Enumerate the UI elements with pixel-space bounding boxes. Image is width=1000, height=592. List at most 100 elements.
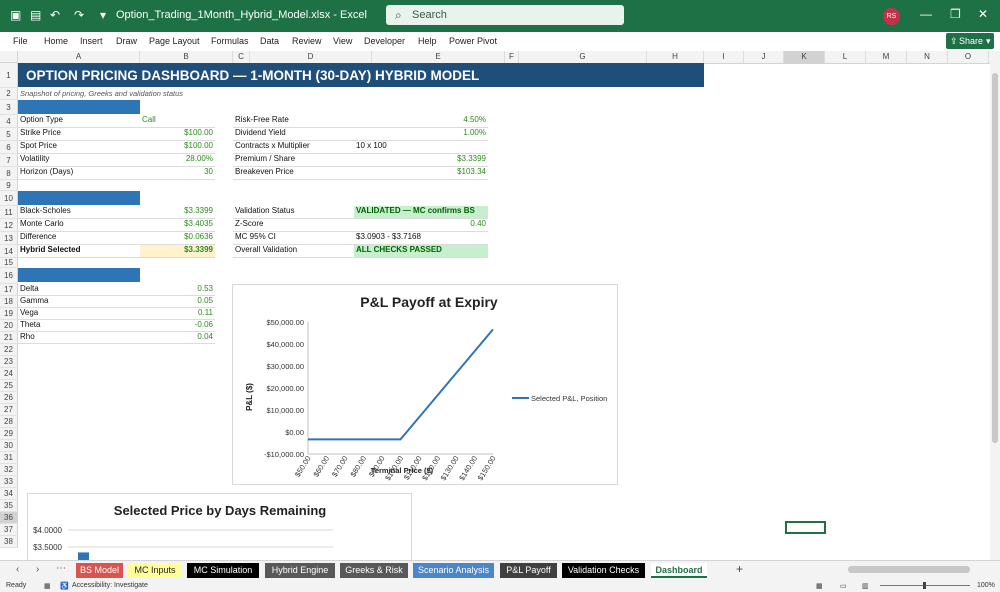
row-header[interactable]: 38 bbox=[0, 536, 18, 548]
row-header[interactable]: 20 bbox=[0, 320, 18, 332]
row-header[interactable]: 35 bbox=[0, 500, 18, 512]
validation-status-badge[interactable]: VALIDATED — MC confirms BS bbox=[354, 206, 488, 219]
pricing-value[interactable]: $3.4035 bbox=[140, 219, 215, 232]
row-header[interactable]: 7 bbox=[0, 154, 18, 167]
row-header[interactable]: 4 bbox=[0, 115, 18, 128]
row-header[interactable]: 8 bbox=[0, 167, 18, 180]
tab-mc-simulation[interactable]: MC Simulation bbox=[187, 563, 259, 578]
row-header[interactable]: 22 bbox=[0, 344, 18, 356]
row-header[interactable]: 2 bbox=[0, 88, 18, 100]
select-all-corner[interactable] bbox=[0, 51, 18, 63]
row-header[interactable]: 23 bbox=[0, 356, 18, 368]
tab-scroll-left-icon[interactable]: ‹ bbox=[16, 564, 19, 575]
greek-label[interactable]: Theta bbox=[18, 320, 140, 332]
input-value[interactable]: Call bbox=[140, 115, 215, 128]
search-input[interactable]: ⌕ Search bbox=[386, 5, 624, 25]
row-header[interactable]: 3 bbox=[0, 100, 18, 115]
accessibility-status[interactable]: Accessibility: Investigate bbox=[72, 582, 148, 589]
market-value[interactable]: 10 x 100 bbox=[354, 141, 488, 154]
save-icon[interactable]: ▤ bbox=[30, 8, 41, 22]
tab-mc-inputs[interactable]: MC Inputs bbox=[128, 563, 182, 578]
market-value[interactable]: 1.00% bbox=[354, 128, 488, 141]
tab-bs-model[interactable]: BS Model bbox=[76, 563, 123, 578]
input-label[interactable]: Spot Price bbox=[18, 141, 140, 154]
input-value[interactable]: $100.00 bbox=[140, 128, 215, 141]
greek-value[interactable]: 0.11 bbox=[140, 308, 215, 320]
validation-value[interactable]: $3.0903 - $3.7168 bbox=[354, 232, 488, 245]
macro-icon[interactable]: ▦ bbox=[44, 582, 51, 590]
input-label[interactable]: Strike Price bbox=[18, 128, 140, 141]
input-label[interactable]: Horizon (Days) bbox=[18, 167, 140, 180]
column-header-m[interactable]: M bbox=[866, 51, 907, 63]
row-header[interactable]: 26 bbox=[0, 392, 18, 404]
row-header[interactable]: 6 bbox=[0, 141, 18, 154]
menu-formulas[interactable]: Formulas bbox=[211, 36, 249, 46]
input-value[interactable]: 30 bbox=[140, 167, 215, 180]
row-header[interactable]: 10 bbox=[0, 191, 18, 206]
active-cell-selection[interactable] bbox=[785, 521, 826, 534]
column-header-d[interactable]: D bbox=[250, 51, 372, 63]
input-label[interactable]: Volatility bbox=[18, 154, 140, 167]
normal-view-icon[interactable]: ▦ bbox=[816, 582, 823, 590]
row-header[interactable]: 15 bbox=[0, 258, 18, 268]
menu-insert[interactable]: Insert bbox=[80, 36, 103, 46]
row-header[interactable]: 37 bbox=[0, 524, 18, 536]
row-header[interactable]: 19 bbox=[0, 308, 18, 320]
pricing-label[interactable]: Hybrid Selected bbox=[18, 245, 140, 258]
horizontal-scrollbar-thumb[interactable] bbox=[848, 566, 970, 573]
tab-dashboard[interactable]: Dashboard bbox=[651, 563, 707, 578]
customize-icon[interactable]: ▾ bbox=[100, 8, 106, 22]
row-header[interactable]: 34 bbox=[0, 488, 18, 500]
column-header-j[interactable]: J bbox=[744, 51, 784, 63]
market-label[interactable]: Contracts x Multiplier bbox=[233, 141, 354, 154]
input-value[interactable]: 28.00% bbox=[140, 154, 215, 167]
tab-scroll-right-icon[interactable]: › bbox=[36, 564, 39, 575]
greek-label[interactable]: Delta bbox=[18, 284, 140, 296]
hybrid-selected-value[interactable]: $3.3399 bbox=[140, 245, 215, 258]
column-header-e[interactable]: E bbox=[372, 51, 505, 63]
row-header[interactable]: 29 bbox=[0, 428, 18, 440]
share-button[interactable]: ⇪ Share ▾ bbox=[946, 33, 994, 49]
validation-value[interactable]: 0.40 bbox=[354, 219, 488, 232]
row-header[interactable]: 33 bbox=[0, 476, 18, 488]
row-header[interactable]: 24 bbox=[0, 368, 18, 380]
restore-icon[interactable]: ❐ bbox=[950, 7, 961, 21]
menu-home[interactable]: Home bbox=[44, 36, 68, 46]
row-header[interactable]: 13 bbox=[0, 232, 18, 245]
close-icon[interactable]: ✕ bbox=[978, 7, 988, 21]
row-header[interactable]: 31 bbox=[0, 452, 18, 464]
scrollbar-thumb[interactable] bbox=[992, 73, 998, 443]
pricing-label[interactable]: Black-Scholes bbox=[18, 206, 140, 219]
input-label[interactable]: Option Type bbox=[18, 115, 140, 128]
tab-pnl-payoff[interactable]: P&L Payoff bbox=[500, 563, 557, 578]
validation-label[interactable]: Z-Score bbox=[233, 219, 354, 232]
row-header[interactable]: 36 bbox=[0, 512, 18, 524]
row-header[interactable]: 21 bbox=[0, 332, 18, 344]
zoom-level[interactable]: 100% bbox=[977, 582, 995, 589]
column-header-k[interactable]: K bbox=[784, 51, 825, 63]
pricing-label[interactable]: Difference bbox=[18, 232, 140, 245]
row-header[interactable]: 1 bbox=[0, 63, 18, 88]
greek-label[interactable]: Gamma bbox=[18, 296, 140, 308]
menu-help[interactable]: Help bbox=[418, 36, 437, 46]
column-header-n[interactable]: N bbox=[907, 51, 948, 63]
market-label[interactable]: Breakeven Price bbox=[233, 167, 354, 180]
column-header-o[interactable]: O bbox=[948, 51, 989, 63]
greek-label[interactable]: Vega bbox=[18, 308, 140, 320]
column-header-c[interactable]: C bbox=[233, 51, 250, 63]
column-header-f[interactable]: F bbox=[505, 51, 519, 63]
add-sheet-icon[interactable]: + bbox=[736, 562, 743, 576]
menu-file[interactable]: File bbox=[13, 36, 28, 46]
market-label[interactable]: Dividend Yield bbox=[233, 128, 354, 141]
row-header[interactable]: 16 bbox=[0, 268, 18, 284]
input-value[interactable]: $100.00 bbox=[140, 141, 215, 154]
row-header[interactable]: 27 bbox=[0, 404, 18, 416]
tab-hybrid-engine[interactable]: Hybrid Engine bbox=[265, 563, 335, 578]
greek-value[interactable]: 0.05 bbox=[140, 296, 215, 308]
row-header[interactable]: 18 bbox=[0, 296, 18, 308]
menu-developer[interactable]: Developer bbox=[364, 36, 405, 46]
column-header-b[interactable]: B bbox=[140, 51, 233, 63]
pricing-value[interactable]: $3.3399 bbox=[140, 206, 215, 219]
validation-label[interactable]: Overall Validation bbox=[233, 245, 354, 258]
row-header[interactable]: 9 bbox=[0, 180, 18, 191]
